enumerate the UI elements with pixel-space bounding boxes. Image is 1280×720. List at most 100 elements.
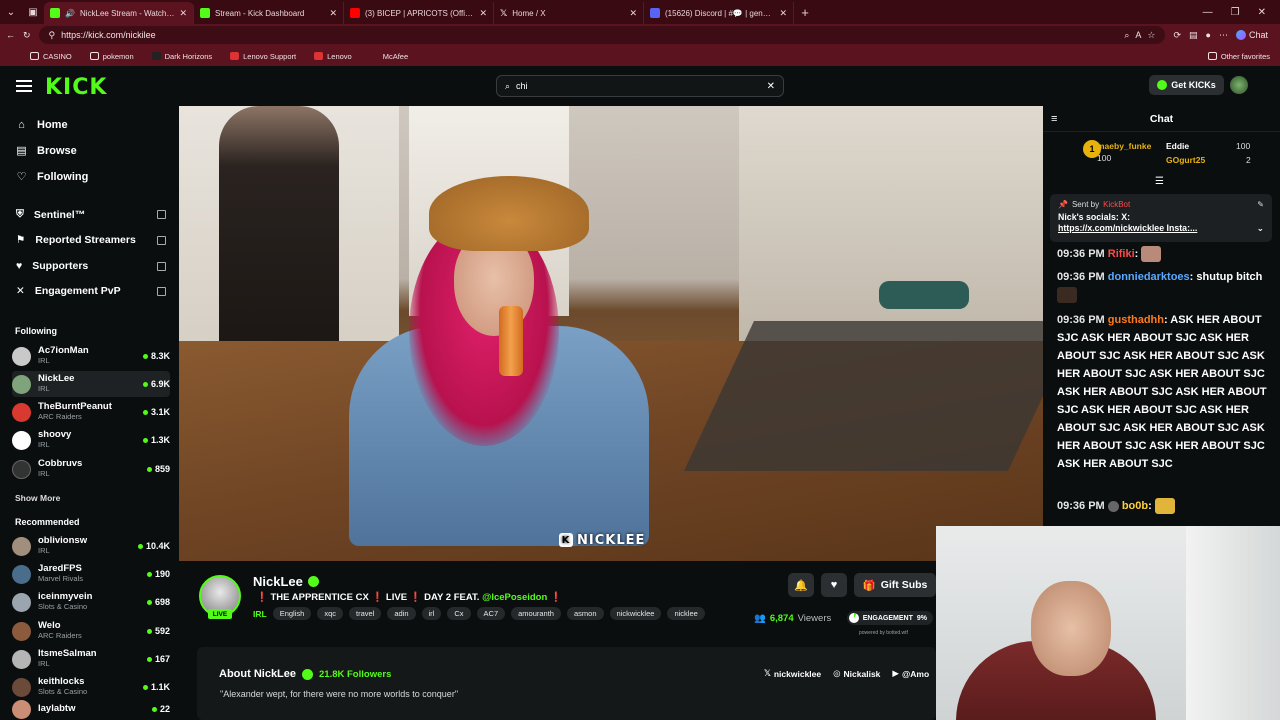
clear-search-icon[interactable]: ✕ [767, 81, 775, 92]
tag-chip[interactable]: AC7 [476, 607, 506, 620]
tag-chip[interactable]: adin [387, 607, 416, 620]
other-favorites[interactable]: Other favorites [1207, 52, 1270, 61]
show-more-link[interactable]: Show More [15, 493, 60, 503]
sidebar-channel[interactable]: keithlocks Slots & Casino 1.1K [12, 674, 170, 700]
ext-supporters[interactable]: ♥ Supporters [16, 260, 166, 272]
channel-name[interactable]: NickLee [253, 574, 303, 589]
url-field[interactable]: ⚲ https://kick.com/nickilee ⌕ A ☆ [38, 26, 1166, 44]
user-avatar[interactable] [1230, 76, 1248, 94]
tab-close-icon[interactable]: ✕ [629, 8, 637, 19]
bookmark-casino[interactable]: CASINO [30, 52, 72, 61]
chevron-down-icon[interactable]: ⌄ [1257, 223, 1264, 234]
sidebar-channel[interactable]: Cobbruvs IRL 859 [12, 456, 170, 482]
tab-close-icon[interactable]: ✕ [479, 8, 487, 19]
pinned-message[interactable]: 📌 Sent by KickBot ✎ Nick's socials: X: https… [1050, 194, 1272, 242]
close-window-icon[interactable]: ✕ [1258, 7, 1266, 18]
viewer-count: 167 [154, 654, 170, 664]
minimize-icon[interactable]: — [1203, 7, 1213, 18]
ext-sentinel[interactable]: ⛨ Sentinel™ [16, 208, 166, 221]
powered-by[interactable]: powered by botted.wtf [859, 630, 908, 636]
popout-icon[interactable] [157, 261, 166, 271]
social-instagram[interactable]: ◎ Nickalisk [833, 668, 880, 679]
search-input[interactable]: chi [516, 81, 528, 91]
extensions-icon[interactable]: ⟳ [1173, 30, 1181, 41]
tag-chip[interactable]: xqc [317, 607, 343, 620]
copilot-chat-button[interactable]: Chat [1235, 30, 1274, 40]
tab-close-icon[interactable]: ✕ [179, 8, 187, 19]
sidebar-channel[interactable]: JaredFPS Marvel Rivals 190 [12, 561, 170, 587]
zoom-icon[interactable]: ⌕ [1124, 30, 1129, 41]
new-tab-icon[interactable]: + [794, 1, 816, 23]
tab-search-icon[interactable]: ⌄ [0, 1, 22, 23]
stream-title-mention[interactable]: @IcePoseidon [482, 592, 547, 603]
nav-following[interactable]: ♡ Following [16, 171, 89, 183]
collapse-chat-icon[interactable]: ≡ [1051, 113, 1057, 125]
settings-more-icon[interactable]: ⋯ [1219, 30, 1228, 41]
popout-icon[interactable] [157, 286, 166, 296]
site-info-icon[interactable]: ⚲ [49, 30, 56, 41]
sidebar-channel[interactable]: oblivionsw IRL 10.4K [12, 533, 170, 559]
tag-chip[interactable]: nicklee [667, 607, 705, 620]
bookmark-lenovo-support[interactable]: Lenovo Support [230, 52, 296, 61]
sidebar-channel-active[interactable]: NickLee IRL 6.9K [12, 371, 170, 397]
back-icon[interactable]: ← [6, 30, 15, 40]
tag-chip[interactable]: Cx [447, 607, 471, 620]
message-username[interactable]: gusthadhh [1108, 314, 1164, 326]
bookmark-dark-horizons[interactable]: Dark Horizons [151, 52, 212, 61]
bookmark-pokemon[interactable]: pokemon [89, 52, 134, 61]
ext-engagement-pvp[interactable]: ✕ Engagement PvP [16, 285, 166, 297]
browser-tab[interactable]: Stream - Kick Dashboard ✕ [194, 2, 344, 24]
tag-chip[interactable]: irl [421, 607, 442, 620]
gift-subs-button[interactable]: 🎁 Gift Subs [854, 573, 936, 597]
tag-chip[interactable]: amouranth [511, 607, 561, 620]
social-x[interactable]: 𝕏nickwicklee [764, 668, 821, 679]
read-aloud-icon[interactable]: A [1135, 30, 1141, 40]
browser-tab-active[interactable]: 🔊 NickLee Stream - Watch Live ✕ [44, 2, 194, 24]
tag-chip[interactable]: nickwicklee [609, 607, 662, 620]
profile-icon[interactable]: ● [1206, 30, 1211, 40]
tab-close-icon[interactable]: ✕ [779, 8, 787, 19]
workspaces-icon[interactable]: ▣ [22, 1, 44, 23]
tag-chip[interactable]: travel [348, 607, 382, 620]
sidebar-channel[interactable]: shoovy IRL 1.3K [12, 427, 170, 453]
search-box[interactable]: ⌕ chi ✕ [496, 75, 784, 97]
channel-name: Ac7ionMan [38, 345, 89, 356]
get-kicks-button[interactable]: Get KICKs [1149, 75, 1224, 95]
sidebar-channel[interactable]: TheBurntPeanut ARC Raiders 3.1K [12, 399, 170, 425]
favorite-star-icon[interactable]: ☆ [1147, 30, 1155, 41]
sidebar-channel[interactable]: laylabtw 22 [12, 699, 170, 719]
bookmark-lenovo[interactable]: Lenovo [314, 52, 352, 61]
tab-audio-icon[interactable]: 🔊 [65, 9, 75, 18]
nav-home[interactable]: ⌂ Home [16, 119, 67, 131]
notifications-bell-icon[interactable]: 🔔 [788, 573, 814, 597]
nav-browse[interactable]: ▤ Browse [16, 145, 76, 157]
popout-icon[interactable] [157, 210, 166, 219]
ext-reported-streamers[interactable]: ⚑ Reported Streamers [16, 234, 166, 246]
tab-close-icon[interactable]: ✕ [329, 8, 337, 19]
browser-tab[interactable]: (3) BICEP | APRICOTS (Official Vide ✕ [344, 2, 494, 24]
sidebar-channel[interactable]: iceinmyvein Slots & Casino 698 [12, 589, 170, 615]
video-player[interactable]: K NICKLEE [179, 106, 1043, 561]
browser-tab[interactable]: 𝕏 Home / X ✕ [494, 2, 644, 24]
maximize-icon[interactable]: ❐ [1231, 7, 1240, 18]
category-link[interactable]: IRL [253, 609, 267, 619]
sidebar-channel[interactable]: Welo ARC Raiders 592 [12, 618, 170, 644]
tag-chip[interactable]: asmon [566, 607, 604, 620]
message-username[interactable]: donniedarktoes [1108, 271, 1190, 283]
expand-leaderboard-icon[interactable]: ☰ [1155, 176, 1164, 187]
popout-icon[interactable] [157, 235, 166, 245]
unpin-icon[interactable]: ✎ [1257, 200, 1264, 209]
message-username[interactable]: bo0b [1122, 500, 1148, 512]
collections-icon[interactable]: ▤ [1189, 30, 1198, 41]
hamburger-menu-icon[interactable] [16, 80, 32, 92]
follow-heart-icon[interactable]: ♥ [821, 573, 847, 597]
message-username[interactable]: Rifiki [1108, 248, 1135, 260]
social-youtube[interactable]: ▶ @Amo [892, 668, 929, 679]
browser-tab[interactable]: (15626) Discord | #💬 | general | C ✕ [644, 2, 794, 24]
tag-chip[interactable]: English [272, 607, 312, 620]
kick-logo[interactable]: KICK [45, 75, 107, 100]
sidebar-channel[interactable]: Ac7ionMan IRL 8.3K [12, 343, 170, 369]
sidebar-channel[interactable]: ItsmeSalman IRL 167 [12, 646, 170, 672]
refresh-icon[interactable]: ↻ [23, 30, 31, 41]
bookmark-mcafee[interactable]: McAfee [370, 52, 408, 61]
